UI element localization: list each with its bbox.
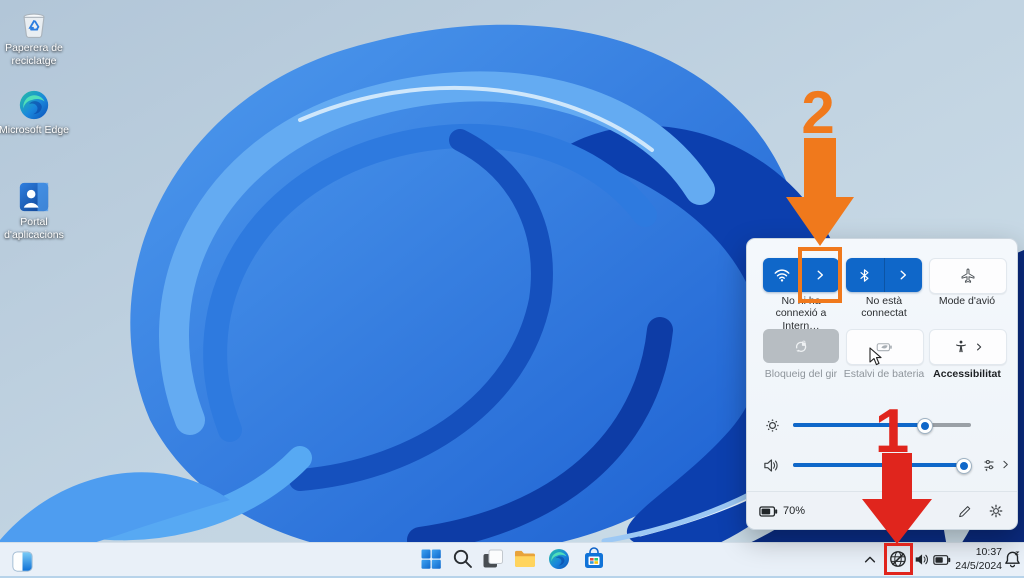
bluetooth-label: No està connectat bbox=[861, 295, 907, 320]
chevron-right-icon bbox=[900, 270, 907, 280]
divider bbox=[747, 491, 1017, 492]
company-portal-icon bbox=[19, 182, 49, 212]
step1-highlight-box bbox=[884, 543, 913, 575]
start-icon[interactable] bbox=[419, 547, 443, 571]
volume-icon bbox=[764, 459, 778, 472]
rotation-lock-tile[interactable] bbox=[763, 329, 839, 363]
airplane-mode-label: Mode d'avió bbox=[938, 295, 996, 307]
desktop-icon-label: Paperera de reciclatge bbox=[5, 42, 63, 68]
tray-volume-icon[interactable] bbox=[914, 551, 931, 568]
recycle-bin-icon bbox=[23, 13, 45, 39]
bluetooth-toggle[interactable] bbox=[846, 258, 884, 292]
clock-date: 24/5/2024 bbox=[955, 559, 1002, 572]
brightness-slider-handle[interactable] bbox=[917, 418, 933, 434]
chevron-right-icon[interactable] bbox=[1000, 458, 1011, 471]
volume-slider-handle[interactable] bbox=[956, 458, 972, 474]
notification-bell-icon[interactable] bbox=[1004, 550, 1021, 568]
bluetooth-icon bbox=[860, 268, 869, 282]
wifi-icon bbox=[774, 269, 790, 282]
taskbar-clock[interactable]: 10:37 24/5/2024 bbox=[948, 546, 1002, 573]
brightness-slider-fill bbox=[793, 423, 924, 427]
desktop-icon-label: Microsoft Edge bbox=[0, 124, 70, 136]
step2-highlight-box bbox=[798, 247, 842, 303]
desktop-icon-recycle-bin[interactable]: Paperera de reciclatge bbox=[0, 6, 74, 68]
bluetooth-expand-button[interactable] bbox=[883, 258, 923, 292]
volume-slider-fill bbox=[793, 463, 963, 467]
battery-saver-tile[interactable] bbox=[846, 329, 924, 365]
mouse-cursor-icon bbox=[869, 347, 882, 366]
audio-output-icon[interactable] bbox=[983, 457, 998, 473]
chevron-right-icon bbox=[976, 343, 981, 351]
battery-icon bbox=[759, 506, 778, 517]
search-icon[interactable] bbox=[451, 547, 475, 571]
rotation-lock-label: Bloqueig del gir bbox=[764, 368, 838, 380]
desktop-icon-label: Portal d'aplicacions bbox=[4, 216, 64, 242]
accessibility-tile[interactable] bbox=[929, 329, 1007, 365]
widgets-icon[interactable] bbox=[12, 551, 33, 572]
desktop-icon-edge[interactable]: Microsoft Edge bbox=[0, 88, 74, 137]
edge-icon bbox=[19, 90, 49, 120]
brightness-icon bbox=[766, 419, 779, 432]
accessibility-icon bbox=[955, 340, 966, 353]
gear-icon[interactable] bbox=[988, 503, 1004, 519]
edge-icon[interactable] bbox=[547, 547, 571, 571]
airplane-mode-tile[interactable] bbox=[929, 258, 1007, 294]
airplane-icon bbox=[961, 268, 975, 283]
battery-percent: 70% bbox=[783, 505, 806, 517]
task-view-icon[interactable] bbox=[481, 547, 505, 571]
bluetooth-tile[interactable] bbox=[846, 258, 922, 292]
quick-settings-panel: No hi ha connexió a Intern… No està conn… bbox=[746, 238, 1018, 530]
pencil-icon[interactable] bbox=[957, 503, 973, 519]
desktop-icon-company-portal[interactable]: Portal d'aplicacions bbox=[0, 180, 74, 242]
clock-time: 10:37 bbox=[975, 546, 1002, 558]
wifi-toggle[interactable] bbox=[763, 258, 801, 292]
file-explorer-icon[interactable] bbox=[512, 547, 538, 571]
store-icon[interactable] bbox=[582, 547, 606, 571]
battery-saver-label: Estalvi de bateria bbox=[843, 368, 925, 380]
accessibility-label: Accessibilitat bbox=[933, 368, 1001, 380]
tray-chevron-up-icon[interactable] bbox=[863, 553, 877, 567]
rotation-lock-icon bbox=[796, 340, 807, 353]
windows-desktop: Paperera de reciclatge Microsoft Edge Po… bbox=[0, 0, 1024, 578]
